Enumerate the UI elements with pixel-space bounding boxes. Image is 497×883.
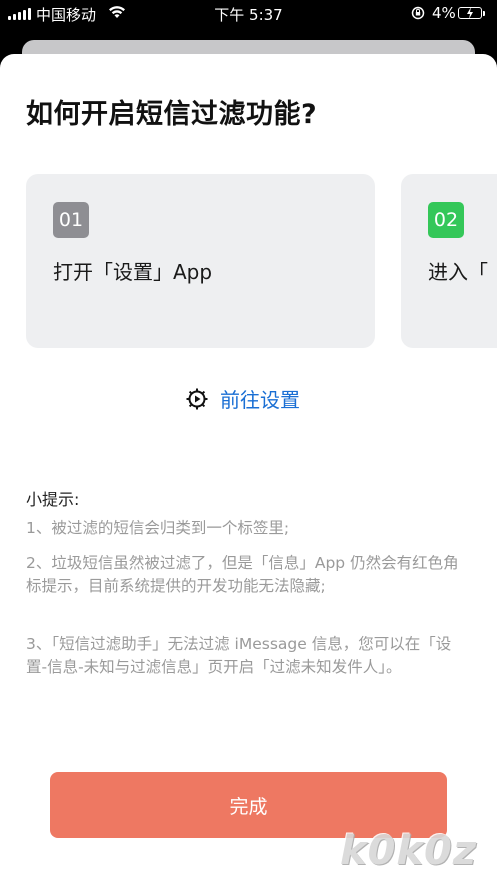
status-bar: 中国移动 下午 5:37 4% — [0, 0, 497, 28]
tips-title: 小提示: — [26, 490, 80, 509]
tip-item: 1、被过滤的短信会归类到一个标签里; — [26, 519, 290, 537]
rotation-lock-icon — [411, 6, 425, 20]
battery-charging-icon — [458, 7, 485, 19]
tip-item: 2、垃圾短信虽然被过滤了，但是「信息」App 仍然会有红色角标提示，目前系统提供… — [26, 554, 459, 595]
step-card-2: 02 进入「 — [401, 174, 497, 348]
go-to-settings-label: 前往设置 — [220, 388, 300, 412]
step-card-1: 01 打开「设置」App — [26, 174, 375, 348]
watermark-logo: k0k0z — [340, 828, 478, 874]
step-text: 进入「 — [428, 260, 488, 284]
go-to-settings-link[interactable]: 前往设置 — [184, 384, 300, 413]
page-title: 如何开启短信过滤功能? — [26, 99, 318, 130]
settings-gear-icon — [186, 388, 208, 409]
step-text: 打开「设置」App — [53, 260, 213, 284]
battery-percentage: 4% — [432, 4, 456, 22]
step-number-badge: 02 — [428, 202, 464, 238]
screen: 中国移动 下午 5:37 4% 如何开启短信过滤功能? 01 打开「设置」App — [0, 0, 497, 883]
step-number-badge: 01 — [53, 202, 89, 238]
filter-guide-sheet: 如何开启短信过滤功能? 01 打开「设置」App 02 进入「 前往设置 小提示… — [0, 54, 497, 883]
steps-carousel[interactable]: 01 打开「设置」App 02 进入「 — [0, 174, 497, 349]
tip-item: 3、「短信过滤助手」无法过滤 iMessage 信息，您可以在「设置-信息-未知… — [26, 635, 452, 676]
